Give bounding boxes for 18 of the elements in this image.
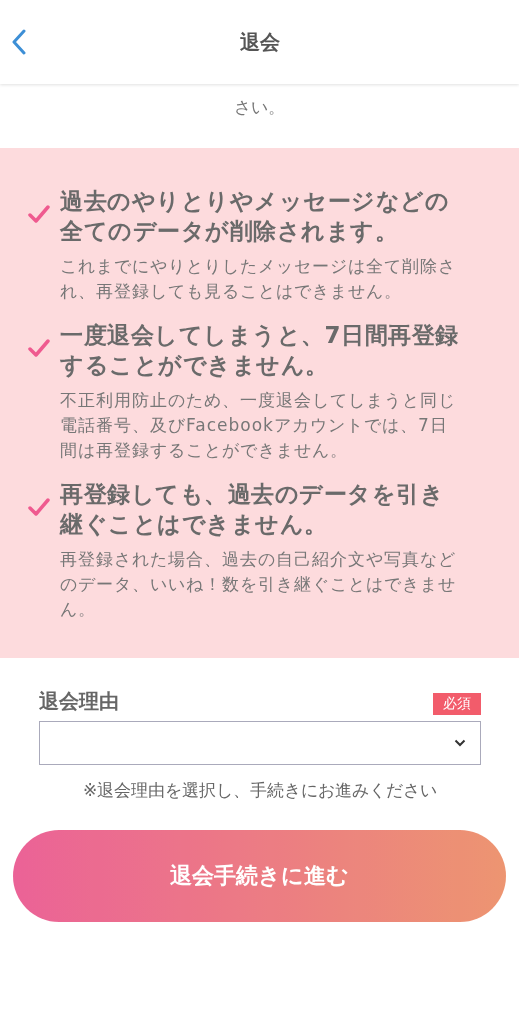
intro-text: さい。 <box>233 96 286 119</box>
check-icon <box>28 497 50 517</box>
notice-title: 再登録しても、過去のデータを引き継ぐことはできません。 <box>60 480 445 539</box>
chevron-down-icon <box>454 739 466 747</box>
reason-dropdown[interactable] <box>39 721 481 765</box>
notice-description: これまでにやりとりしたメッセージは全て削除され、再登録しても見ることはできません。 <box>60 255 457 303</box>
reason-label: 退会理由 <box>39 688 119 715</box>
notice-description: 再登録された場合、過去の自己紹介文や写真などのデータ、いいね！数を引き継ぐことはできません。 <box>60 548 457 621</box>
page-title: 退会 <box>239 28 280 56</box>
check-icon <box>28 204 50 224</box>
check-icon <box>28 338 50 358</box>
notice-title: 一度退会してしまうと、7日間再登録することができません。 <box>60 321 460 380</box>
back-icon <box>12 29 26 55</box>
notice-description: 不正利用防止のため、一度退会してしまうと同じ電話番号、及びFacebookアカウントでは、7日間は再登録することができません。 <box>60 389 457 462</box>
back-button[interactable] <box>10 27 28 57</box>
required-badge: 必須 <box>433 693 481 715</box>
notice-title: 過去のやりとりやメッセージなどの全てのデータが削除されます。 <box>60 187 450 246</box>
reason-note: ※退会理由を選択し、手続きにお進みください <box>81 779 439 802</box>
